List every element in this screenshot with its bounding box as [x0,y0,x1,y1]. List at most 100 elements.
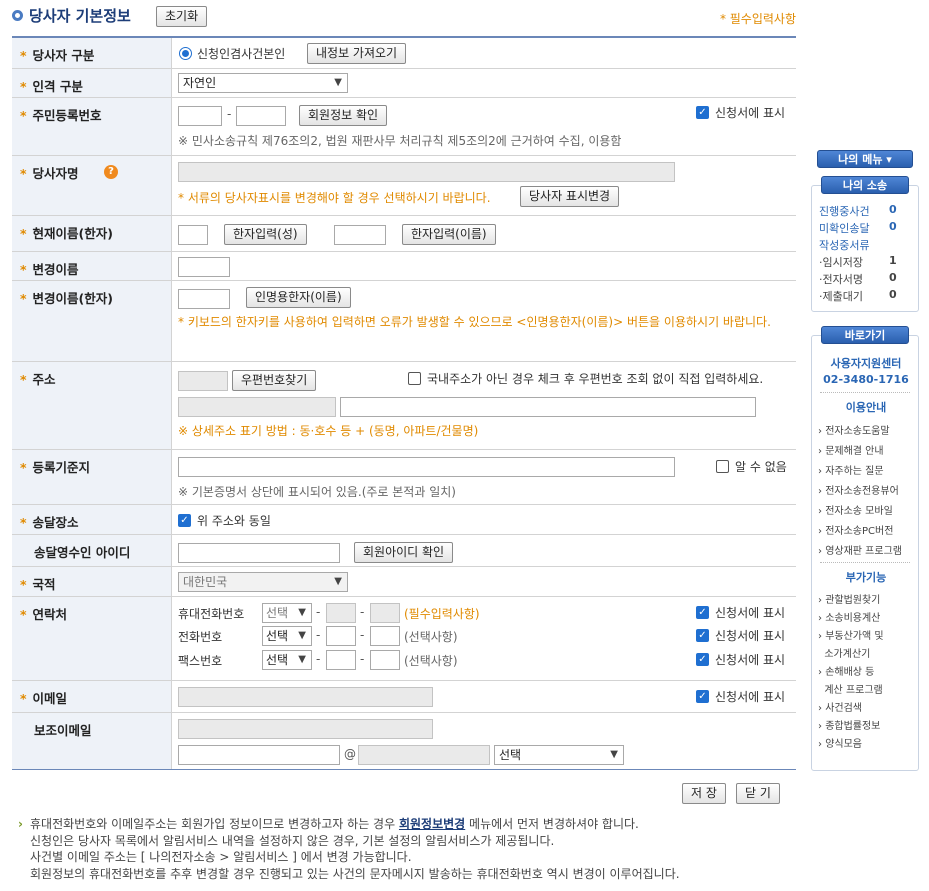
footer-line-2: 신청인은 당사자 목록에서 알림서비스 내역을 설정하지 않은 경우, 기본 설… [30,833,555,848]
row-party-name: * 당사자명 ? * 서류의 당사자표시를 변경해야 할 경우 선택하시기 바랍니… [12,156,796,216]
contact-phone-hint: (선택사항) [404,630,458,644]
contact-phone-label: 전화번호 [178,630,223,644]
contact-mobile-hint: (필수입력사항) [404,607,480,621]
contact-mobile-prefix-select[interactable]: 선택 ▼ [262,603,312,623]
address-main-input [178,397,336,417]
contact-fax-last-input[interactable] [370,650,400,670]
extra-link[interactable]: › 양식모음 [818,736,884,754]
foreign-address-checkbox[interactable] [408,372,421,385]
load-my-info-button[interactable]: 내정보 가져오기 [307,43,407,64]
changed-name-hanja-input[interactable] [178,289,230,309]
zipcode-input [178,371,228,391]
sub-email-display [178,719,433,739]
extra-link[interactable]: 계산 프로그램 [818,682,884,700]
email-show-label: 신청서에 표시 [715,690,786,704]
changed-name-input[interactable] [178,257,230,277]
contact-fax-show-checkbox[interactable]: ✓ [696,653,709,666]
check-member-id-button[interactable]: 회원아이디 확인 [354,542,454,563]
hanja-given-input[interactable] [334,225,386,245]
contact-phone-middle-input[interactable] [326,626,356,646]
case-temp-saved[interactable]: ·임시저장 1 [819,254,897,270]
person-type-select[interactable]: 자연인 ▼ [178,73,348,93]
nationality-select: 대한민국 ▼ [178,572,348,592]
usage-link[interactable]: › 전자소송전용뷰어 [818,482,902,502]
hanja-given-button[interactable]: 한자입력(이름) [402,224,496,245]
usage-link[interactable]: › 문제해결 안내 [818,442,902,462]
rrn-front-input[interactable] [178,106,222,126]
extra-links: › 관할법원찾기 › 소송비용계산 › 부동산가액 및 소가계산기 › 손해배상… [818,592,884,754]
member-info-change-link[interactable]: 회원정보변경 [399,817,465,831]
label-changed-name-hanja: * 변경이름(한자) [12,281,172,361]
party-type-radio[interactable] [179,47,192,60]
extra-link[interactable]: › 사건검색 [818,700,884,718]
at-sign: @ [344,747,356,761]
extra-link[interactable]: › 소송비용계산 [818,610,884,628]
verify-member-button[interactable]: 회원정보 확인 [299,105,388,126]
extra-link[interactable]: › 손해배상 등 [818,664,884,682]
label-hanja-name: * 현재이름(한자) [12,216,172,251]
dash: - [360,628,365,642]
rrn-show-label: 신청서에 표시 [715,106,786,120]
hanja-surname-button[interactable]: 한자입력(성) [224,224,307,245]
case-in-progress[interactable]: 진행중사건 0 [819,203,897,219]
support-center-label: 사용자지원센터 [830,357,902,370]
contact-phone-show-checkbox[interactable]: ✓ [696,629,709,642]
extra-link[interactable]: › 부동산가액 및 [818,628,884,646]
extra-link[interactable]: › 관할법원찾기 [818,592,884,610]
sub-email-domain-select[interactable]: 선택 ▼ [494,745,624,765]
contact-fax-prefix-select[interactable]: 선택 ▼ [262,650,312,670]
help-icon[interactable]: ? [104,165,118,179]
save-button[interactable]: 저 장 [682,783,726,804]
hanja-surname-input[interactable] [178,225,208,245]
rrn-show-checkbox[interactable]: ✓ [696,106,709,119]
row-address: * 주소 우편번호찾기 국내주소가 아닌 경우 체크 후 우편번호 조회 없이 직… [12,362,796,450]
shortcut-box: 바로가기 사용자지원센터 02-3480-1716 이용안내 › 전자소송도움말… [811,326,919,771]
extra-link[interactable]: 소가계산기 [818,646,884,664]
email-show-checkbox[interactable]: ✓ [696,690,709,703]
contact-fax-middle-input[interactable] [326,650,356,670]
usage-link[interactable]: › 영상재판 프로그램 [818,542,902,562]
usage-link[interactable]: › 전자소송도움말 [818,422,902,442]
contact-mobile-show-checkbox[interactable]: ✓ [696,606,709,619]
registry-unknown-checkbox[interactable] [716,460,729,473]
change-party-display-button[interactable]: 당사자 표시변경 [520,186,620,207]
dash: - [316,605,321,619]
contact-mobile-label: 휴대전화번호 [178,607,245,621]
usage-link[interactable]: › 자주하는 질문 [818,462,902,482]
sub-email-local-input[interactable] [178,745,340,765]
case-e-signature[interactable]: ·전자서명 0 [819,271,897,287]
registry-unknown-label: 알 수 없음 [735,460,787,474]
shortcut-title: 바로가기 [821,326,909,344]
label-contact: * 연락처 [12,597,172,680]
rrn-note: ※ 민사소송규칙 제76조의2, 법원 재판사무 처리규칙 제5조의2에 근거하… [178,134,622,148]
same-address-checkbox[interactable]: ✓ [178,514,191,527]
reset-button[interactable]: 초기화 [156,6,208,27]
rrn-dash: - [227,107,232,121]
label-rrn: * 주민등록번호 [12,98,172,155]
registry-input[interactable] [178,457,675,477]
usage-link[interactable]: › 전자소송PC버전 [818,522,902,542]
registry-note: ※ 기본증명서 상단에 표시되어 있음.(주로 본적과 일치) [178,485,456,499]
section-header: 당사자 기본정보 초기화 * 필수입력사항 [12,4,796,36]
label-registry: * 등록기준지 [12,450,172,504]
my-menu-button[interactable]: 나의 메뉴 ▾ [817,150,913,168]
case-pending-submit[interactable]: ·제출대기 0 [819,288,897,304]
contact-phone-prefix-select[interactable]: 선택 ▼ [262,626,312,646]
usage-links: › 전자소송도움말 › 문제해결 안내 › 자주하는 질문 › 전자소송전용뷰어… [818,422,902,562]
extra-link[interactable]: › 종합법률정보 [818,718,884,736]
label-address: * 주소 [12,362,172,449]
find-zipcode-button[interactable]: 우편번호찾기 [232,370,317,391]
delivery-id-input[interactable] [178,543,340,563]
foreign-address-label: 국내주소가 아닌 경우 체크 후 우편번호 조회 없이 직접 입력하세요. [427,372,764,386]
usage-link[interactable]: › 전자소송 모바일 [818,502,902,522]
case-drafting[interactable]: 작성중서류 [819,237,870,253]
rrn-back-input[interactable] [236,106,286,126]
name-hanja-button[interactable]: 인명용한자(이름) [246,287,351,308]
label-party-name: * 당사자명 ? [12,156,172,215]
address-detail-input[interactable] [340,397,756,417]
label-delivery-id: 송달영수인 아이디 [12,535,172,566]
case-unconfirmed-delivery[interactable]: 미확인송달 0 [819,220,897,236]
row-person-type: * 인격 구분 자연인 ▼ [12,69,796,98]
close-button[interactable]: 닫 기 [736,783,780,804]
contact-phone-last-input[interactable] [370,626,400,646]
